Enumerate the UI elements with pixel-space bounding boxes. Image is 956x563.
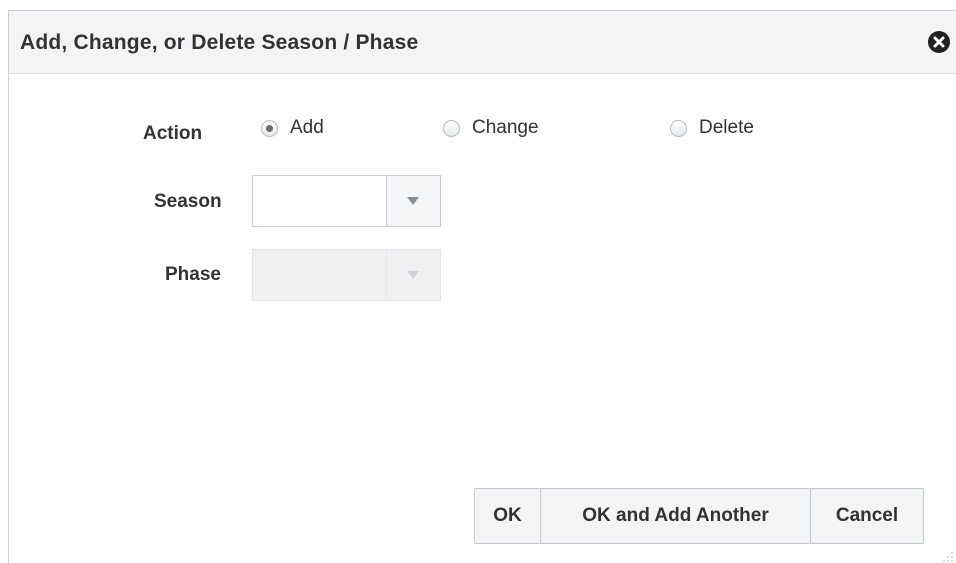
phase-dropdown-button	[386, 250, 440, 300]
phase-label: Phase	[165, 264, 221, 285]
season-label: Season	[154, 191, 222, 212]
radio-selected-dot	[266, 125, 273, 132]
season-phase-dialog: Add, Change, or Delete Season / Phase Ac…	[8, 10, 956, 563]
cancel-button[interactable]: Cancel	[810, 488, 924, 544]
season-input[interactable]	[253, 176, 386, 226]
phase-input	[253, 250, 386, 300]
dialog-title: Add, Change, or Delete Season / Phase	[20, 31, 419, 54]
radio-change-label: Change	[472, 117, 539, 138]
action-label: Action	[143, 123, 203, 144]
radio-delete-label: Delete	[699, 117, 754, 138]
phase-combobox	[252, 249, 441, 301]
season-dropdown-button[interactable]	[386, 176, 440, 226]
ok-button[interactable]: OK	[474, 488, 541, 544]
dialog-header: Add, Change, or Delete Season / Phase	[9, 11, 956, 74]
resize-grip-icon[interactable]	[942, 551, 954, 563]
ok-and-add-another-button[interactable]: OK and Add Another	[540, 488, 811, 544]
close-x-glyph	[933, 36, 945, 48]
radio-delete-button[interactable]	[670, 120, 687, 137]
close-icon[interactable]	[928, 31, 950, 53]
chevron-down-icon	[407, 271, 419, 279]
chevron-down-icon	[407, 197, 419, 205]
radio-add-label: Add	[290, 117, 324, 138]
radio-add-button[interactable]	[261, 120, 278, 137]
season-combobox[interactable]	[252, 175, 441, 227]
radio-change-button[interactable]	[443, 120, 460, 137]
